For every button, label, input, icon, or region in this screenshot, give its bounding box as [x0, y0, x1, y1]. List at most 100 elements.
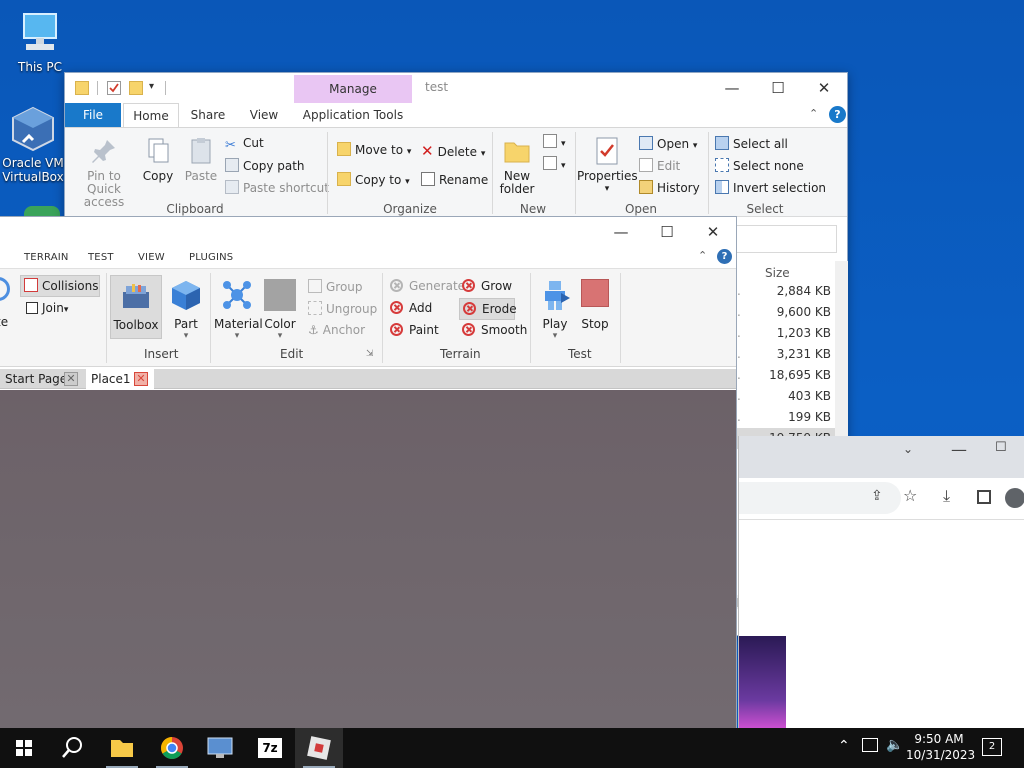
taskbar-chrome[interactable] [148, 728, 196, 768]
play-button[interactable]: Play ▾ [536, 279, 574, 341]
copy-to-button[interactable]: Copy to ▾ [337, 172, 410, 187]
rename-button[interactable]: Rename [421, 172, 488, 187]
close-tab-icon[interactable]: ✕ [134, 372, 148, 386]
table-row[interactable]: . 18,695 KB [737, 365, 837, 386]
star-icon[interactable]: ☆ [903, 486, 917, 505]
clock[interactable]: 9:50 AM 10/31/2023 [906, 732, 975, 762]
tab-home[interactable]: Home [123, 103, 179, 127]
history-button[interactable]: History [639, 180, 700, 195]
generate-button[interactable]: Generate [390, 279, 465, 293]
start-button[interactable] [0, 728, 48, 768]
folder-icon[interactable] [75, 81, 89, 95]
material-button[interactable]: Material ▾ [214, 279, 263, 341]
collisions-toggle[interactable]: Collisions [20, 275, 100, 297]
maximize-button[interactable]: ☐ [644, 217, 690, 247]
share-icon[interactable]: ⇪ [871, 488, 883, 504]
table-row[interactable]: . 199 KB [737, 407, 837, 428]
tab-view[interactable]: View [237, 103, 291, 127]
table-row[interactable]: . 403 KB [737, 386, 837, 407]
tab-file[interactable]: File [65, 103, 121, 127]
pin-quick-access-button[interactable]: Pin to Quick access [71, 136, 137, 209]
join-checkbox[interactable]: Join▾ [26, 301, 68, 315]
select-none-button[interactable]: Select none [715, 158, 804, 173]
desktop-icon-this-pc[interactable]: This PC [2, 10, 78, 74]
close-tab-icon[interactable]: ✕ [64, 372, 78, 386]
taskbar-file-explorer[interactable] [98, 728, 146, 768]
tab-plugins[interactable]: PLUGINS [189, 252, 233, 263]
anchor-button[interactable]: ⚓ Anchor [308, 323, 365, 337]
explorer-title-bar[interactable]: ▾ Manage test — ☐ ✕ [65, 73, 847, 103]
properties-button[interactable]: Properties ▾ [577, 136, 638, 196]
notification-center-icon[interactable]: 2 [982, 738, 1002, 756]
download-icon[interactable]: ⤓ [943, 486, 950, 506]
tab-test[interactable]: TEST [88, 252, 114, 263]
maximize-button[interactable]: ☐ [995, 440, 1007, 455]
tab-terrain[interactable]: TERRAIN [24, 252, 69, 263]
expand-group-icon[interactable]: ⇲ [366, 349, 374, 359]
tab-share[interactable]: Share [183, 103, 233, 127]
3d-viewport[interactable] [0, 390, 736, 729]
minimize-button[interactable]: — [709, 73, 755, 103]
close-button[interactable]: ✕ [801, 73, 847, 103]
part-button[interactable]: Part ▾ [168, 279, 204, 341]
chevron-up-icon[interactable]: ⌃ [698, 249, 707, 262]
color-button[interactable]: Color ▾ [262, 279, 298, 341]
taskbar-remote-desktop[interactable] [196, 728, 244, 768]
tab-manage[interactable]: Manage [294, 75, 412, 103]
taskbar-roblox-studio[interactable] [295, 728, 343, 768]
add-button[interactable]: Add [390, 301, 432, 315]
profile-avatar[interactable] [1005, 488, 1024, 508]
table-row[interactable]: . 9,600 KB [737, 302, 837, 323]
toolbox-button[interactable]: Toolbox [110, 275, 162, 339]
chevron-up-icon[interactable]: ⌃ [809, 107, 818, 120]
studio-title-bar[interactable]: — ☐ ✕ [0, 217, 736, 247]
open-button[interactable]: Open ▾ [639, 136, 697, 151]
network-icon[interactable] [862, 738, 878, 752]
help-icon[interactable]: ? [717, 249, 732, 264]
select-all-button[interactable]: Select all [715, 136, 788, 151]
invert-selection-button[interactable]: Invert selection [715, 180, 826, 195]
grow-button[interactable]: Grow [462, 279, 512, 293]
tab-start-page[interactable]: Start Page ✕ [0, 369, 84, 389]
column-header-size[interactable]: Size [765, 266, 790, 280]
edit-button[interactable]: Edit [639, 158, 680, 173]
tab-view[interactable]: VIEW [138, 252, 165, 263]
properties-check-icon[interactable] [107, 81, 121, 95]
smooth-button[interactable]: Smooth [462, 323, 527, 337]
group-button[interactable]: Group [308, 279, 363, 294]
new-folder-icon[interactable] [129, 81, 143, 95]
delete-button[interactable]: ✕ Delete ▾ [421, 142, 485, 160]
chevron-down-icon[interactable]: ▾ [149, 81, 154, 92]
help-icon[interactable]: ? [829, 106, 846, 123]
table-row[interactable]: . 1,203 KB [737, 323, 837, 344]
new-folder-button[interactable]: New folder [495, 136, 539, 196]
minimize-button[interactable]: — [598, 217, 644, 247]
table-row[interactable]: . 3,231 KB [737, 344, 837, 365]
stop-button[interactable]: Stop [576, 279, 614, 331]
table-row[interactable]: . 2,884 KB [737, 281, 837, 302]
paste-button[interactable]: Paste [181, 136, 221, 183]
erode-button[interactable]: Erode [459, 298, 517, 320]
chevron-down-icon[interactable]: ⌄ [903, 442, 913, 456]
volume-muted-icon[interactable]: 🔈 [886, 737, 903, 753]
search-button[interactable] [48, 728, 96, 768]
close-button[interactable]: ✕ [690, 217, 736, 247]
paste-shortcut-button[interactable]: Paste shortcut [225, 180, 329, 195]
new-item-button[interactable]: ▾ [543, 134, 566, 149]
side-panel-icon[interactable] [977, 490, 991, 504]
tab-place1[interactable]: Place1 ✕ [86, 369, 154, 389]
maximize-button[interactable]: ☐ [755, 73, 801, 103]
copy-button[interactable]: Copy [139, 136, 177, 183]
paint-button[interactable]: Paint [390, 323, 439, 337]
cut-button[interactable]: ✂ Cut [225, 136, 264, 153]
copy-path-button[interactable]: Copy path [225, 158, 305, 173]
taskbar-7zip[interactable]: 7z [246, 728, 294, 768]
tab-application-tools[interactable]: Application Tools [294, 103, 412, 127]
minimize-button[interactable]: — [951, 440, 967, 459]
desktop-icon-virtualbox[interactable]: Oracle VM VirtualBox [0, 106, 66, 184]
show-hidden-icons[interactable]: ⌃ [838, 738, 850, 754]
ungroup-button[interactable]: Ungroup [308, 301, 377, 316]
easy-access-button[interactable]: ▾ [543, 156, 566, 171]
move-to-button[interactable]: Move to ▾ [337, 142, 411, 157]
search-input[interactable] [725, 225, 837, 253]
